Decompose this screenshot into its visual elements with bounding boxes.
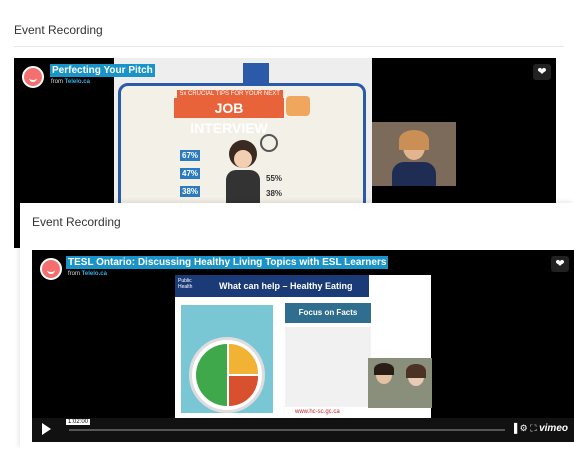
stat-3: 38% [180,186,201,197]
stat-5: 38% [266,189,283,198]
cartoon-woman-face [234,150,252,168]
video-from: from Telelo.ca [68,271,107,277]
focus-on-facts: Focus on Facts [285,303,371,323]
participant-webcam [368,358,432,408]
channel-link[interactable]: Telelo.ca [65,79,90,85]
play-icon[interactable] [42,423,51,435]
handshake-icon [286,96,310,116]
plate-vegetables [196,344,227,406]
fullscreen-icon[interactable]: ⛶ [530,423,536,433]
stat-4: 55% [266,174,283,183]
progress-bar[interactable] [69,429,505,431]
slide-title: What can help – Healthy Eating [209,275,369,297]
stat-2: 47% [180,168,201,179]
video-player-tesl-ontario[interactable]: Public Health What can help – Healthy Ea… [32,250,574,442]
channel-avatar[interactable] [22,66,44,88]
presenter-hair [399,130,429,150]
video-title[interactable]: Perfecting Your Pitch [50,64,155,77]
card-title: Event Recording [32,215,121,229]
from-label: from [51,79,63,85]
plate-graphic [189,337,265,413]
stat-1: 67% [180,150,201,161]
presenter-body [392,162,436,186]
channel-avatar[interactable] [40,258,62,280]
divider [14,46,564,47]
settings-icon[interactable]: ⚙ [520,423,528,433]
participant-1-hair [374,363,394,375]
heart-icon[interactable]: ❤ [533,64,551,80]
slide-logo: Public Health [175,275,209,297]
video-from: from Telelo.ca [51,79,90,85]
infographic-title: JOB INTERVIEW [174,98,284,136]
heart-icon[interactable]: ❤ [551,256,569,272]
plate-grains [229,344,258,374]
volume-icon[interactable]: ▐ [511,423,517,433]
facts-chart [285,327,371,407]
from-label: from [68,271,80,277]
clock-icon [260,134,278,152]
player-controls: 1:02:00 ▐ ⚙ ⛶ vimeo [32,418,574,442]
time-display: 1:02:00 [66,419,91,425]
card-title: Event Recording [14,23,103,37]
control-icons: ▐ ⚙ ⛶ vimeo [511,423,568,434]
video-title[interactable]: TESL Ontario: Discussing Healthy Living … [66,256,389,269]
participant-2-hair [406,364,426,378]
channel-link[interactable]: Telelo.ca [82,271,107,277]
slide-url: www.hc-sc.gc.ca [295,409,340,415]
presenter-webcam [372,122,456,186]
infographic-kicker: 5x CRUCIAL TIPS FOR YOUR NEXT [177,90,283,98]
plate-protein [229,376,258,406]
vimeo-logo[interactable]: vimeo [539,423,568,434]
